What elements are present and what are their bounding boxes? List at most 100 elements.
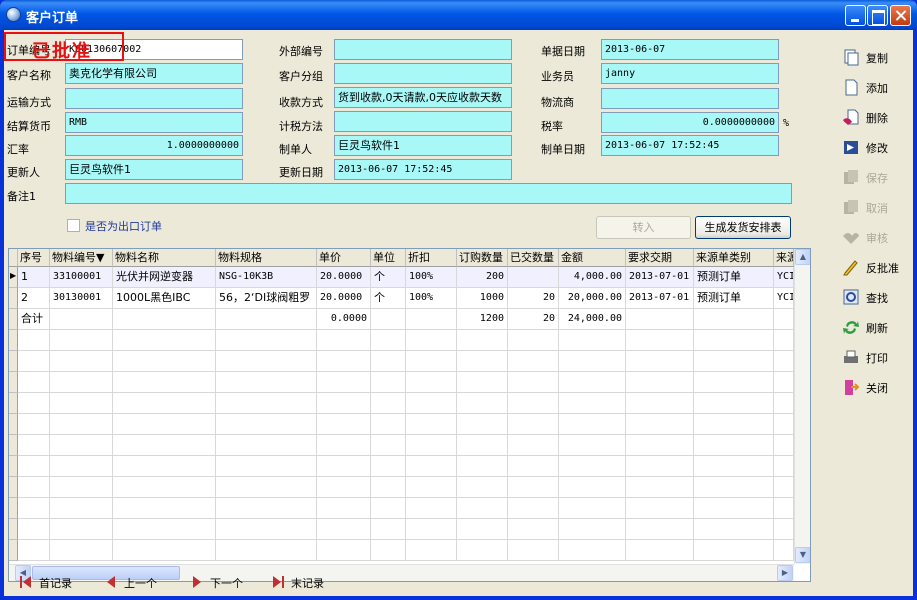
row-selector[interactable] — [9, 288, 18, 309]
empty-cell[interactable] — [371, 456, 406, 477]
empty-cell[interactable] — [50, 498, 113, 519]
empty-cell[interactable] — [694, 435, 774, 456]
empty-cell[interactable] — [216, 477, 317, 498]
scroll-right-icon[interactable]: ▶ — [777, 565, 793, 581]
empty-cell[interactable] — [18, 372, 50, 393]
empty-cell[interactable] — [317, 435, 371, 456]
empty-cell[interactable] — [694, 498, 774, 519]
empty-cell[interactable] — [694, 351, 774, 372]
empty-cell[interactable] — [559, 477, 626, 498]
column-header[interactable]: 要求交期 — [626, 249, 694, 267]
column-header[interactable]: 来源 — [774, 249, 794, 267]
empty-cell[interactable] — [774, 519, 794, 540]
empty-cell[interactable] — [508, 498, 559, 519]
payment-terms-field[interactable]: 货到收款,0天请款,0天应收款天数 — [334, 87, 512, 108]
empty-cell[interactable] — [50, 435, 113, 456]
empty-cell[interactable] — [113, 414, 216, 435]
empty-cell[interactable] — [317, 498, 371, 519]
empty-cell[interactable] — [18, 330, 50, 351]
empty-cell[interactable] — [406, 540, 457, 561]
search-tool-button[interactable]: 查找 — [838, 284, 902, 310]
empty-cell[interactable] — [113, 393, 216, 414]
empty-cell[interactable] — [113, 477, 216, 498]
table-cell[interactable]: 个 — [371, 288, 406, 309]
table-cell[interactable]: YCI — [774, 288, 794, 309]
empty-cell[interactable] — [457, 498, 508, 519]
empty-cell[interactable] — [406, 498, 457, 519]
empty-cell[interactable] — [694, 477, 774, 498]
table-cell[interactable]: 200 — [457, 267, 508, 288]
generate-schedule-button[interactable]: 生成发货安排表 — [695, 216, 791, 239]
column-header[interactable]: 已交数量 — [508, 249, 559, 267]
empty-cell[interactable] — [406, 393, 457, 414]
empty-cell[interactable] — [694, 393, 774, 414]
tax-method-field[interactable] — [334, 111, 512, 132]
updated-date-field[interactable]: 2013-06-07 17:52:45 — [334, 159, 512, 180]
empty-cell[interactable] — [774, 330, 794, 351]
customer-group-field[interactable] — [334, 63, 512, 84]
empty-cell[interactable] — [18, 414, 50, 435]
empty-cell[interactable] — [317, 372, 371, 393]
row-selector[interactable] — [9, 435, 18, 456]
empty-cell[interactable] — [216, 330, 317, 351]
empty-cell[interactable] — [317, 519, 371, 540]
table-cell[interactable]: YCI — [774, 267, 794, 288]
empty-cell[interactable] — [216, 540, 317, 561]
empty-cell[interactable] — [559, 435, 626, 456]
empty-cell[interactable] — [113, 519, 216, 540]
empty-cell[interactable] — [508, 477, 559, 498]
empty-cell[interactable] — [371, 498, 406, 519]
table-cell[interactable]: 30130001 — [50, 288, 113, 309]
unapprove-tool-button[interactable]: 反批准 — [838, 254, 902, 280]
doc-date-field[interactable]: 2013-06-07 — [601, 39, 779, 60]
empty-cell[interactable] — [317, 456, 371, 477]
created-by-field[interactable]: 巨灵鸟软件1 — [334, 135, 512, 156]
empty-cell[interactable] — [626, 519, 694, 540]
column-header[interactable]: 折扣 — [406, 249, 457, 267]
empty-cell[interactable] — [694, 540, 774, 561]
empty-cell[interactable] — [774, 372, 794, 393]
edit-tool-button[interactable]: 修改 — [838, 134, 902, 160]
column-header[interactable]: 物料编号▼ — [50, 249, 113, 267]
empty-cell[interactable] — [371, 414, 406, 435]
empty-cell[interactable] — [50, 372, 113, 393]
updated-by-field[interactable]: 巨灵鸟软件1 — [65, 159, 243, 180]
empty-cell[interactable] — [626, 414, 694, 435]
shipping-field[interactable] — [65, 88, 243, 109]
empty-cell[interactable] — [406, 351, 457, 372]
empty-cell[interactable] — [317, 393, 371, 414]
table-cell[interactable]: 100% — [406, 288, 457, 309]
row-selector[interactable] — [9, 393, 18, 414]
minimize-button[interactable] — [845, 5, 866, 26]
table-cell[interactable]: 1 — [18, 267, 50, 288]
empty-cell[interactable] — [317, 330, 371, 351]
empty-cell[interactable] — [406, 435, 457, 456]
salesperson-field[interactable]: janny — [601, 63, 779, 84]
table-cell[interactable]: 4,000.00 — [559, 267, 626, 288]
empty-cell[interactable] — [50, 519, 113, 540]
empty-cell[interactable] — [508, 435, 559, 456]
empty-cell[interactable] — [457, 456, 508, 477]
column-header[interactable]: 物料名称 — [113, 249, 216, 267]
row-selector[interactable] — [9, 540, 18, 561]
empty-cell[interactable] — [113, 540, 216, 561]
table-cell[interactable]: 20.0000 — [317, 288, 371, 309]
export-order-checkbox[interactable] — [67, 219, 80, 232]
scroll-down-icon[interactable]: ▼ — [795, 547, 810, 563]
empty-cell[interactable] — [50, 351, 113, 372]
save-tool-button[interactable]: 保存 — [838, 164, 902, 190]
empty-cell[interactable] — [774, 351, 794, 372]
empty-cell[interactable] — [113, 372, 216, 393]
table-cell[interactable]: 100% — [406, 267, 457, 288]
column-header[interactable]: 序号 — [18, 249, 50, 267]
empty-cell[interactable] — [626, 498, 694, 519]
empty-cell[interactable] — [317, 414, 371, 435]
next-record-button[interactable]: 下一个 — [190, 572, 260, 592]
empty-cell[interactable] — [216, 414, 317, 435]
table-cell[interactable]: 20,000.00 — [559, 288, 626, 309]
row-selector[interactable] — [9, 414, 18, 435]
approve-tool-button[interactable]: 审核 — [838, 224, 902, 250]
empty-cell[interactable] — [694, 414, 774, 435]
empty-cell[interactable] — [18, 456, 50, 477]
empty-cell[interactable] — [18, 477, 50, 498]
